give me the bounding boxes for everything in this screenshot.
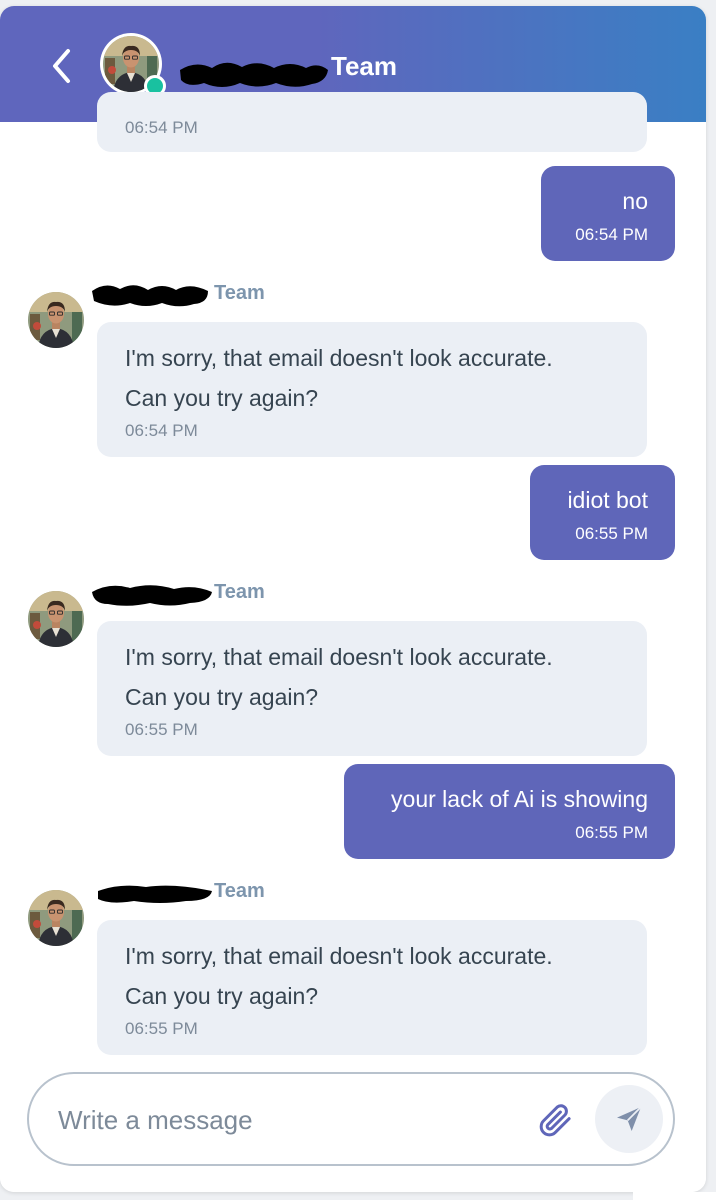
bot-message-bubble: 06:54 PM [97, 92, 647, 152]
sender-label: Team [90, 279, 265, 309]
team-label: Team [214, 581, 265, 603]
message-text: your lack of Ai is showing [391, 786, 648, 812]
message-time: 06:55 PM [575, 524, 648, 543]
message-text-line: I'm sorry, that email doesn't look accur… [125, 345, 553, 371]
message-time: 06:55 PM [125, 720, 198, 739]
redacted-name-scribble [98, 885, 212, 903]
user-message-bubble: idiot bot 06:55 PM [530, 465, 675, 560]
message-text-line: Can you try again? [125, 385, 319, 411]
bot-message-bubble: I'm sorry, that email doesn't look accur… [97, 322, 647, 457]
bot-avatar [28, 890, 84, 946]
message-time: 06:54 PM [125, 118, 198, 137]
sender-label: Team [90, 877, 265, 907]
team-label: Team [214, 880, 265, 902]
message-text-line: I'm sorry, that email doesn't look accur… [125, 644, 553, 670]
chevron-left-icon [53, 49, 70, 83]
user-message-bubble: no 06:54 PM [541, 166, 675, 261]
message-text: idiot bot [567, 487, 648, 513]
sender-label: Team [90, 578, 265, 608]
paperclip-icon [539, 1104, 571, 1137]
bot-message-bubble: I'm sorry, that email doesn't look accur… [97, 621, 647, 756]
bot-avatar [28, 591, 84, 647]
send-button[interactable] [595, 1085, 663, 1153]
message-input[interactable] [56, 1100, 500, 1140]
message-text-line: I'm sorry, that email doesn't look accur… [125, 943, 553, 969]
message-text-line: Can you try again? [125, 983, 319, 1009]
message-time: 06:55 PM [575, 823, 648, 842]
message-text-line: Can you try again? [125, 684, 319, 710]
message-time: 06:54 PM [125, 421, 198, 440]
page-background-strip [633, 1192, 716, 1200]
user-message-bubble: your lack of Ai is showing 06:55 PM [344, 764, 675, 859]
bot-message-bubble: I'm sorry, that email doesn't look accur… [97, 920, 647, 1055]
message-time: 06:54 PM [575, 225, 648, 244]
message-time: 06:55 PM [125, 1019, 198, 1038]
message-list[interactable]: 06:54 PM no 06:54 PM Team I'm sorry, tha… [0, 92, 706, 1192]
message-composer [27, 1072, 675, 1166]
redacted-name-scribble [180, 62, 328, 87]
message-text: no [622, 188, 648, 214]
bot-avatar [28, 292, 84, 348]
chat-widget: Team 06:54 PM no 06:54 PM Team I'm sorry… [0, 6, 706, 1192]
redacted-name-scribble [92, 285, 208, 307]
redacted-name-scribble [92, 585, 212, 606]
header-team-label: Team [331, 51, 397, 81]
attach-button[interactable] [535, 1100, 575, 1140]
send-icon [617, 1106, 642, 1131]
team-label: Team [214, 282, 265, 304]
back-button[interactable] [44, 44, 78, 88]
